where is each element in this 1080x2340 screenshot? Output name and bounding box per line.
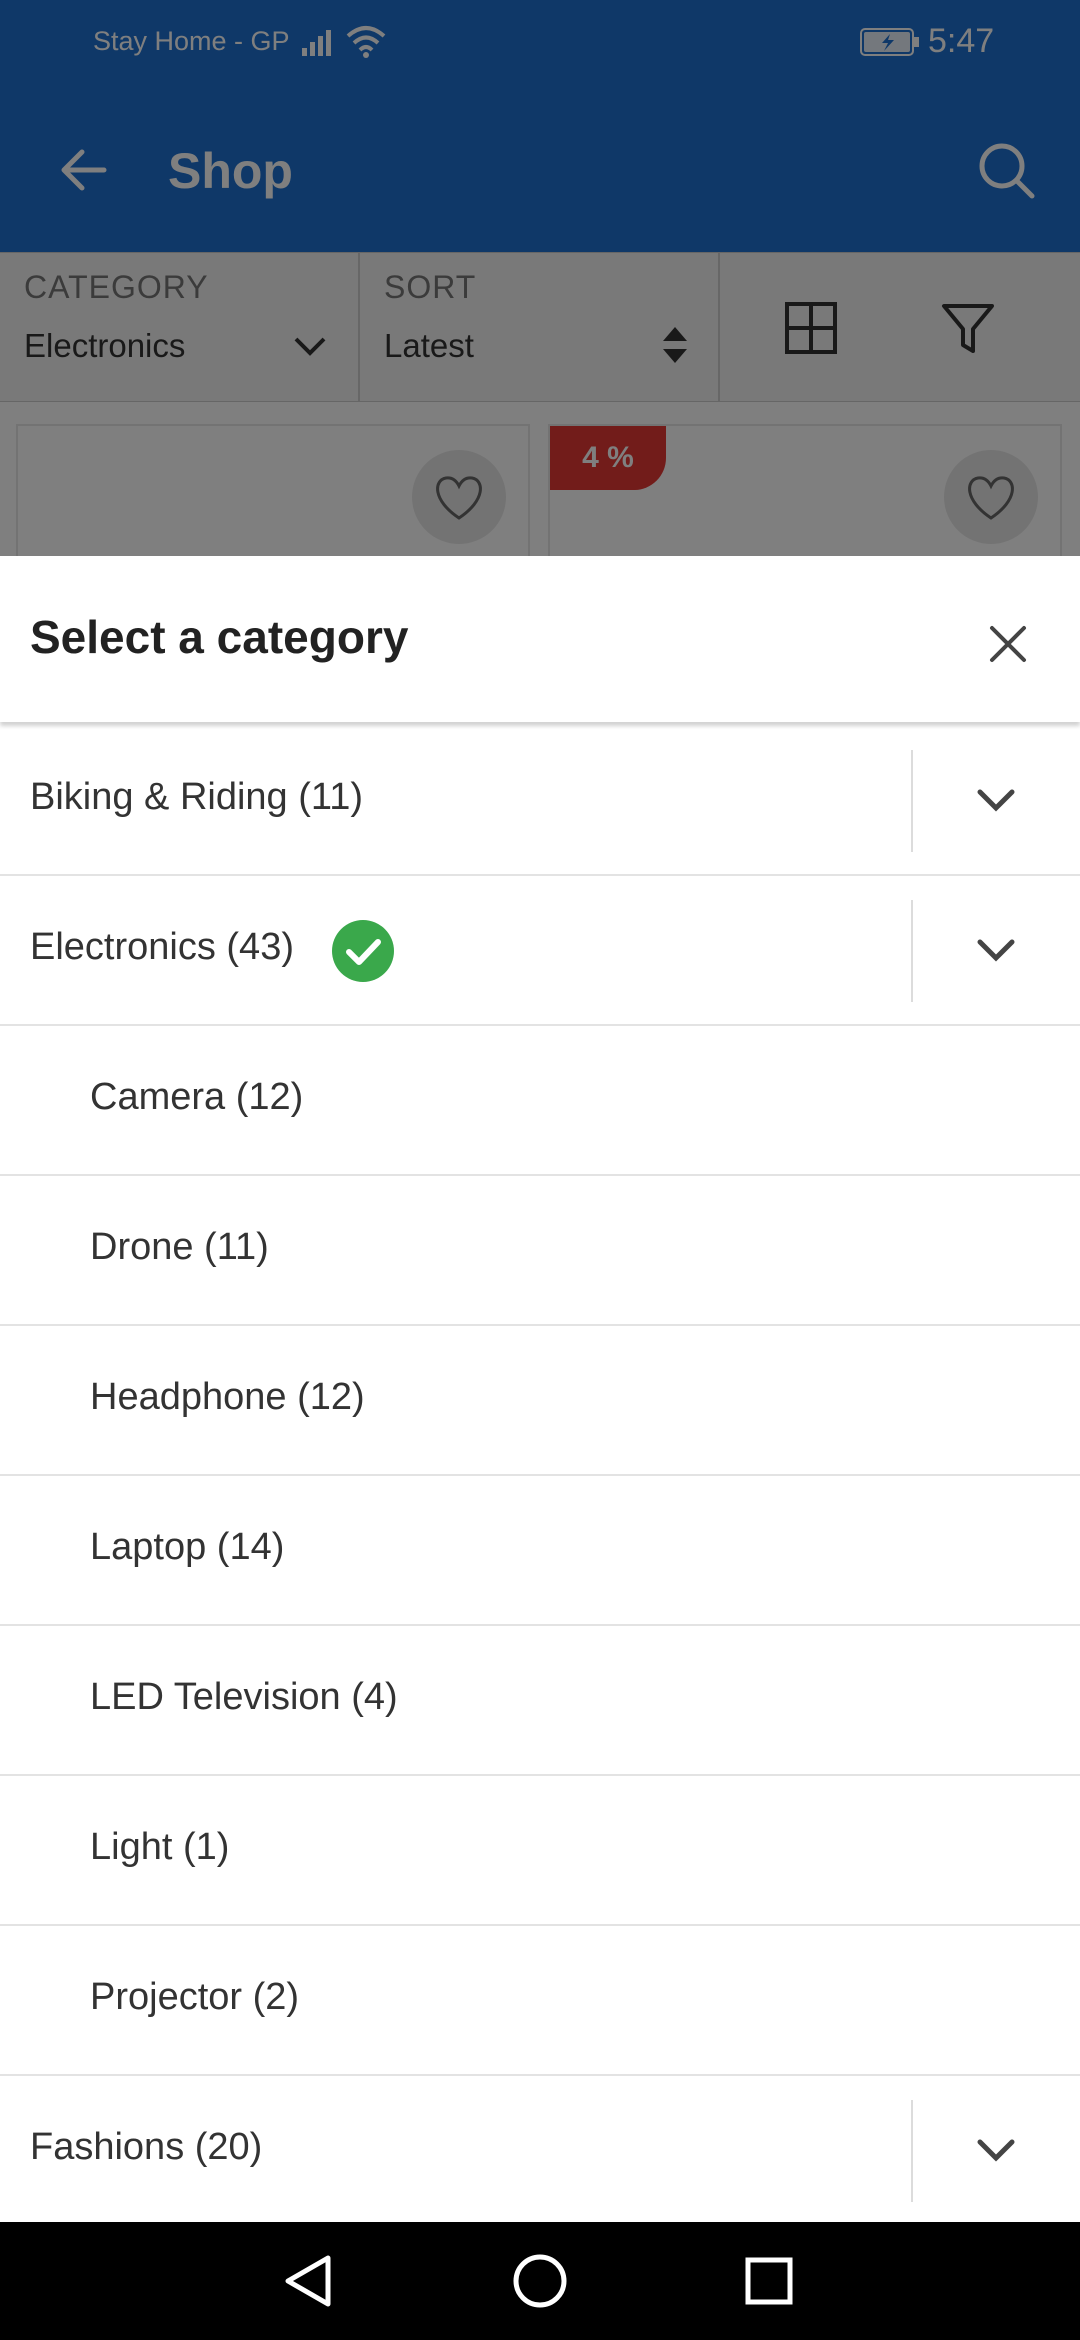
nav-recents-icon[interactable] bbox=[732, 2244, 806, 2318]
sheet-title: Select a category bbox=[30, 611, 409, 663]
category-label: Laptop (14) bbox=[90, 1526, 285, 1568]
category-label: Electronics (43) bbox=[30, 926, 294, 968]
category-label: Camera (12) bbox=[90, 1076, 304, 1118]
category-label: Projector (2) bbox=[90, 1976, 300, 2018]
divider bbox=[911, 2100, 913, 2202]
category-item-biking-riding[interactable]: Biking & Riding (11) bbox=[0, 726, 1080, 876]
chevron-down-icon[interactable] bbox=[964, 2118, 1028, 2182]
close-icon[interactable] bbox=[978, 614, 1038, 674]
category-label: Biking & Riding (11) bbox=[30, 776, 364, 818]
category-item-camera[interactable]: Camera (12) bbox=[0, 1026, 1080, 1176]
category-label: Drone (11) bbox=[90, 1226, 269, 1268]
check-circle-icon bbox=[332, 920, 394, 982]
category-item-projector[interactable]: Projector (2) bbox=[0, 1926, 1080, 2076]
category-item-laptop[interactable]: Laptop (14) bbox=[0, 1476, 1080, 1626]
category-item-electronics[interactable]: Electronics (43) bbox=[0, 876, 1080, 1026]
category-item-led-television[interactable]: LED Television (4) bbox=[0, 1626, 1080, 1776]
category-label: Fashions (20) bbox=[30, 2126, 263, 2168]
nav-home-icon[interactable] bbox=[503, 2244, 577, 2318]
category-item-fashions[interactable]: Fashions (20) bbox=[0, 2076, 1080, 2222]
divider bbox=[911, 900, 913, 1002]
category-label: LED Television (4) bbox=[90, 1676, 398, 1718]
divider bbox=[911, 750, 913, 852]
category-item-drone[interactable]: Drone (11) bbox=[0, 1176, 1080, 1326]
nav-back-icon[interactable] bbox=[272, 2244, 346, 2318]
category-item-headphone[interactable]: Headphone (12) bbox=[0, 1326, 1080, 1476]
chevron-down-icon[interactable] bbox=[964, 918, 1028, 982]
category-list: Biking & Riding (11) Electronics (43) Ca… bbox=[0, 726, 1080, 2222]
category-label: Light (1) bbox=[90, 1826, 230, 1868]
category-bottom-sheet: Select a category Biking & Riding (11) E… bbox=[0, 556, 1080, 2222]
sheet-header: Select a category bbox=[0, 556, 1080, 722]
category-label: Headphone (12) bbox=[90, 1376, 365, 1418]
category-item-light[interactable]: Light (1) bbox=[0, 1776, 1080, 1926]
system-nav-bar bbox=[0, 2222, 1080, 2340]
chevron-down-icon[interactable] bbox=[964, 768, 1028, 832]
